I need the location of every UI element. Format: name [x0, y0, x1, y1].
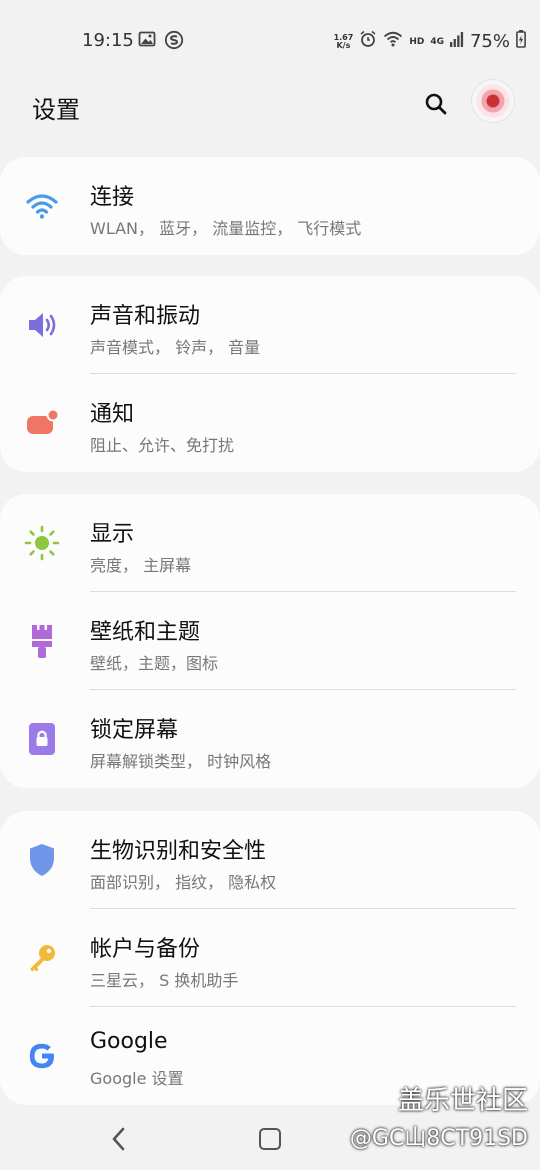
menu-item-subtitle: 面部识别， 指纹， 隐私权 — [90, 873, 277, 892]
volume-icon — [24, 307, 60, 343]
menu-item-subtitle: 三星云， S 换机助手 — [90, 971, 239, 990]
brightness-icon — [24, 525, 60, 561]
battery-icon — [516, 30, 526, 53]
back-icon — [112, 1127, 125, 1151]
menu-item-lock-screen[interactable]: 锁定屏幕 屏幕解锁类型， 时钟风格 — [0, 690, 540, 788]
menu-item-title: 连接 — [90, 185, 135, 210]
back-button[interactable] — [108, 1126, 130, 1152]
menu-item-title: 通知 — [90, 402, 135, 427]
menu-item-title: 帐户与备份 — [90, 937, 201, 962]
menu-item-title: 锁定屏幕 — [90, 718, 179, 743]
navigation-bar — [0, 1106, 540, 1170]
menu-item-title: 生物识别和安全性 — [90, 839, 267, 864]
network-type: 4G — [430, 36, 444, 47]
settings-card-sound-notifications: 声音和振动 声音模式， 铃声， 音量 通知 阻止、允许、免打扰 — [0, 276, 540, 472]
menu-item-connections[interactable]: 连接 WLAN， 蓝牙， 流量监控， 飞行模式 — [0, 157, 540, 255]
menu-item-subtitle: 屏幕解锁类型， 时钟风格 — [90, 752, 272, 771]
settings-card-connections: 连接 WLAN， 蓝牙， 流量监控， 飞行模式 — [0, 157, 540, 255]
menu-item-subtitle: Google 设置 — [90, 1069, 184, 1088]
menu-item-accounts-backup[interactable]: 帐户与备份 三星云， S 换机助手 — [0, 909, 540, 1007]
menu-item-display[interactable]: 显示 亮度， 主屏幕 — [0, 494, 540, 592]
search-button[interactable] — [420, 88, 452, 120]
lock-icon — [24, 721, 60, 757]
hd-indicator: HD — [409, 36, 425, 47]
menu-item-title: 显示 — [90, 522, 135, 547]
menu-item-subtitle: WLAN， 蓝牙， 流量监控， 飞行模式 — [90, 219, 362, 238]
menu-item-subtitle: 壁纸，主题，图标 — [90, 654, 219, 673]
header: 设置 — [0, 80, 540, 142]
settings-card-security: 生物识别和安全性 面部识别， 指纹， 隐私权 帐户与备份 三星云， S 换机助手… — [0, 811, 540, 1105]
status-time: 19:15 — [82, 30, 134, 51]
shield-icon — [24, 842, 60, 878]
menu-item-notifications[interactable]: 通知 阻止、允许、免打扰 — [0, 374, 540, 472]
key-icon — [24, 940, 60, 976]
notification-icon — [24, 405, 60, 441]
app-notification-icon — [164, 30, 184, 54]
menu-item-biometrics-security[interactable]: 生物识别和安全性 面部识别， 指纹， 隐私权 — [0, 811, 540, 909]
menu-item-wallpaper-themes[interactable]: 壁纸和主题 壁纸，主题，图标 — [0, 592, 540, 690]
menu-item-subtitle: 声音模式， 铃声， 音量 — [90, 338, 261, 357]
search-icon — [425, 93, 447, 115]
wifi-status-icon — [383, 31, 403, 52]
settings-card-display: 显示 亮度， 主屏幕 壁纸和主题 壁纸，主题，图标 锁定屏幕 屏幕解锁类型， 时… — [0, 494, 540, 788]
menu-item-title: 壁纸和主题 — [90, 620, 201, 645]
menu-item-subtitle: 亮度， 主屏幕 — [90, 556, 192, 575]
status-bar: 19:15 1.67 K/s HD 4G 75% — [0, 0, 540, 82]
page-title: 设置 — [32, 96, 80, 124]
signal-icon — [449, 31, 464, 52]
paintbrush-icon — [24, 623, 60, 659]
menu-item-sound-vibration[interactable]: 声音和振动 声音模式， 铃声， 音量 — [0, 276, 540, 374]
menu-item-title: 声音和振动 — [90, 304, 201, 329]
avatar[interactable] — [472, 80, 514, 122]
menu-item-subtitle: 阻止、允许、免打扰 — [90, 436, 235, 455]
gallery-notification-icon — [138, 30, 156, 54]
battery-percent: 75% — [469, 31, 510, 52]
google-icon — [24, 1038, 60, 1074]
wifi-icon — [24, 188, 60, 224]
home-button[interactable] — [259, 1128, 281, 1150]
network-speed: 1.67 K/s — [333, 32, 354, 50]
alarm-icon — [359, 30, 377, 53]
menu-item-title: Google — [90, 1029, 168, 1054]
